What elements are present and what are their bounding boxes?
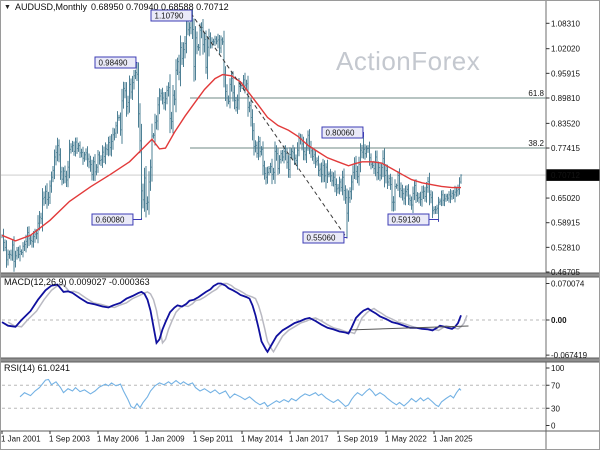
x-axis-tick[interactable]: 1 Sep 2019 [337,435,378,444]
y-axis-tick: 30 [551,404,560,413]
y-axis-tick: 1.02020 [551,45,580,54]
y-axis-tick: 0.00 [551,316,567,325]
rsi-indicator-label: RSI(14) 61.0241 [4,363,71,373]
ohlc-bars[interactable] [1,9,462,272]
rsi-panel [2,378,546,410]
x-axis-tick[interactable]: 1 May 2014 [241,435,283,444]
chart-title: ▼ AUDUSD,Monthly 0.68950 0.70940 0.68588… [4,2,229,12]
y-axis-tick: -0.067419 [551,351,588,360]
x-axis-tick[interactable]: 1 Jan 2001 [1,435,41,444]
price-label-text: 0.55060 [307,234,336,243]
price-label-text: 0.59130 [392,216,421,225]
price-label-text: 0.60080 [96,216,125,225]
x-axis-tick[interactable]: 1 Jan 2009 [145,435,185,444]
x-axis-tick[interactable]: 1 Sep 2003 [49,435,90,444]
y-axis-tick: 1.08310 [551,19,580,28]
chart-window: ActionForex ▼ AUDUSD,Monthly 0.68950 0.7… [0,0,600,450]
symbol-dropdown-icon[interactable]: ▼ [4,4,11,11]
macd-indicator-label: MACD(12,26,9) 0.009027 -0.000363 [4,277,150,287]
x-axis-tick[interactable]: 1 Jan 2025 [433,435,473,444]
current-price-value: 0.70712 [551,171,580,180]
fib-percent-label: 61.8 [528,89,544,98]
x-axis-tick[interactable]: 1 Jan 2017 [289,435,329,444]
macd-line [1,282,462,354]
dashed-trendline[interactable] [190,13,348,239]
y-axis-tick: 0.77415 [551,144,580,153]
x-axis-tick[interactable]: 1 Sep 2011 [193,435,234,444]
title-symbol-period: AUDUSD,Monthly [14,2,87,12]
price-label-text: 0.80060 [326,129,355,138]
fib-percent-label: 38.2 [528,139,544,148]
y-axis-tick: 0.89810 [551,94,580,103]
x-axis-tick[interactable]: 1 May 2022 [385,435,427,444]
price-panel: 1.10790 0.98490 0.80060 0.60080 0.55060 0.591… [0,9,546,272]
y-axis-tick: 0.52810 [551,243,580,252]
y-axis-tick: 0 [551,422,556,431]
y-axis-tick: 70 [551,381,560,390]
y-axis-tick: 0.83520 [551,119,580,128]
panel-separator[interactable] [0,358,600,362]
y-axis-tick: 0.65020 [551,194,580,203]
x-axis-tick[interactable]: 1 May 2006 [97,435,139,444]
macd-panel [1,282,546,354]
price-label-text: 1.10790 [155,12,184,21]
price-label-text: 0.98490 [99,59,128,68]
y-axis-tick: 0.58915 [551,219,580,228]
y-axis-tick: 100 [551,364,565,373]
y-axis-tick: 0.070074 [551,279,585,288]
chart-canvas[interactable]: 1.10790 0.98490 0.80060 0.60080 0.55060 0.591… [0,0,600,450]
y-axis-tick: 0.95915 [551,69,580,78]
title-ohlc-values: 0.68950 0.70940 0.68588 0.70712 [90,2,229,12]
chart-outer-border [0,0,600,450]
y-axis-tick: 0.46705 [551,268,580,277]
rsi-line [19,378,462,410]
